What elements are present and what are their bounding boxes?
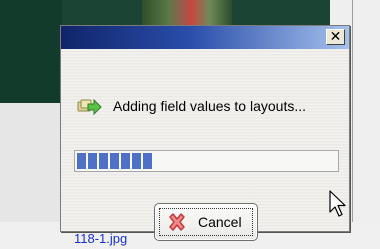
status-message: Adding field values to layouts...: [113, 98, 307, 114]
add-fields-arrow-icon: [77, 98, 102, 116]
background-left-panel: [0, 103, 62, 222]
cancel-button-label: Cancel: [198, 214, 242, 230]
progress-bar-fill: [77, 153, 152, 169]
file-name-link[interactable]: 118-1.jpg: [74, 231, 127, 246]
dialog-titlebar[interactable]: ✕: [61, 26, 349, 49]
cancel-button[interactable]: Cancel: [154, 203, 258, 241]
red-x-icon: [169, 213, 185, 231]
background-photo-thumbnail: [142, 0, 232, 28]
close-icon: ✕: [329, 29, 342, 45]
dialog-body: Adding field values to layouts... Cancel: [61, 49, 349, 241]
close-button[interactable]: ✕: [326, 29, 345, 45]
progress-dialog: ✕ Adding field values to layouts... Canc…: [60, 25, 350, 241]
background-dark-panel-left: [0, 0, 62, 103]
mouse-pointer-icon: [329, 190, 346, 217]
progress-bar: [74, 150, 339, 172]
cancel-button-focus-ring: Cancel: [159, 208, 253, 236]
background-divider: [352, 0, 353, 249]
